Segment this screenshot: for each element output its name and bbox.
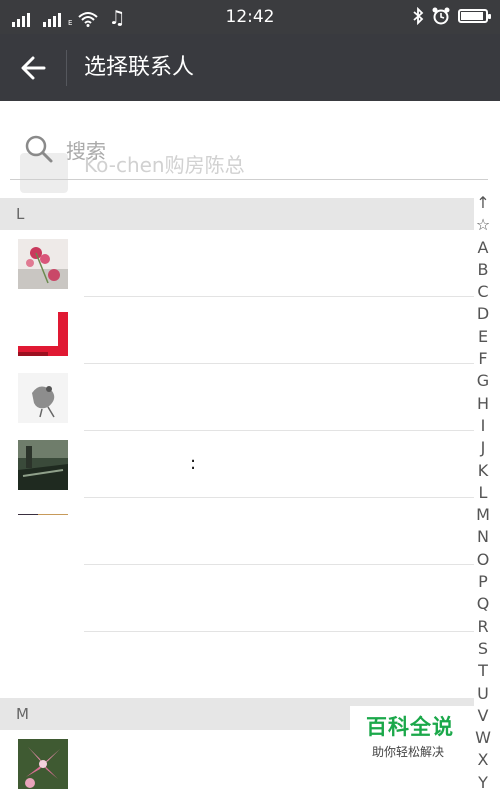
section-label: L [16,205,25,223]
search-area: Ko-chen购房陈总 [0,101,500,197]
contact-row[interactable] [0,632,474,699]
watermark: 百科全说 助你轻松解决 [350,706,474,766]
title-divider [66,50,67,86]
index-letter[interactable]: H [472,393,494,415]
avatar [18,440,68,490]
avatar [18,373,68,423]
alarm-icon [432,7,450,25]
section-header-l: L [0,198,474,230]
index-letter[interactable]: N [472,526,494,548]
watermark-title: 百科全说 [366,715,454,739]
index-letter[interactable]: O [472,549,494,571]
index-letter[interactable]: E [472,326,494,348]
title-bar: 选择联系人 [0,34,500,101]
index-letter[interactable]: D [472,303,494,325]
contact-row[interactable] [0,565,474,632]
index-letter[interactable]: S [472,638,494,660]
contact-row[interactable]: : [0,431,474,498]
contact-name: : [190,453,197,474]
index-letter[interactable]: L [472,482,494,504]
index-letter[interactable]: R [472,616,494,638]
index-letter[interactable]: Y [472,772,494,794]
index-letter[interactable]: B [472,259,494,281]
index-letter[interactable]: W [472,727,494,749]
page-title: 选择联系人 [84,55,195,80]
avatar [18,306,68,356]
status-right [412,7,491,25]
search-bar[interactable] [10,131,488,180]
avatar [18,507,68,515]
alphabet-index-bar[interactable]: ↑ ☆ A B C D E F G H I J K L M N O P Q R S T U V W X Y [472,192,494,794]
index-letter[interactable]: C [472,281,494,303]
index-letter[interactable]: V [472,705,494,727]
contact-row[interactable] [0,297,474,364]
contact-row[interactable] [0,364,474,431]
battery-icon [458,9,491,23]
index-letter[interactable]: K [472,460,494,482]
index-letter[interactable]: T [472,660,494,682]
section-label: M [16,705,29,723]
back-button[interactable] [14,50,52,86]
avatar [18,739,68,789]
arrow-left-icon [21,56,46,80]
index-letter[interactable]: A [472,237,494,259]
index-letter[interactable]: U [472,683,494,705]
status-bar: E ♫ 12:42 [0,0,500,34]
index-letter[interactable]: G [472,370,494,392]
bluetooth-icon [412,7,424,25]
index-letter[interactable]: J [472,437,494,459]
contact-row[interactable] [0,498,474,565]
search-input[interactable] [66,139,466,163]
avatar [18,239,68,289]
contact-row[interactable] [0,230,474,297]
index-letter[interactable]: ☆ [472,214,494,236]
index-letter[interactable]: X [472,749,494,771]
index-letter[interactable]: ↑ [472,192,494,214]
watermark-subtitle: 助你轻松解决 [372,745,445,759]
index-letter[interactable]: M [472,504,494,526]
index-letter[interactable]: Q [472,593,494,615]
index-letter[interactable]: F [472,348,494,370]
index-letter[interactable]: I [472,415,494,437]
index-letter[interactable]: P [472,571,494,593]
search-icon [25,135,53,163]
